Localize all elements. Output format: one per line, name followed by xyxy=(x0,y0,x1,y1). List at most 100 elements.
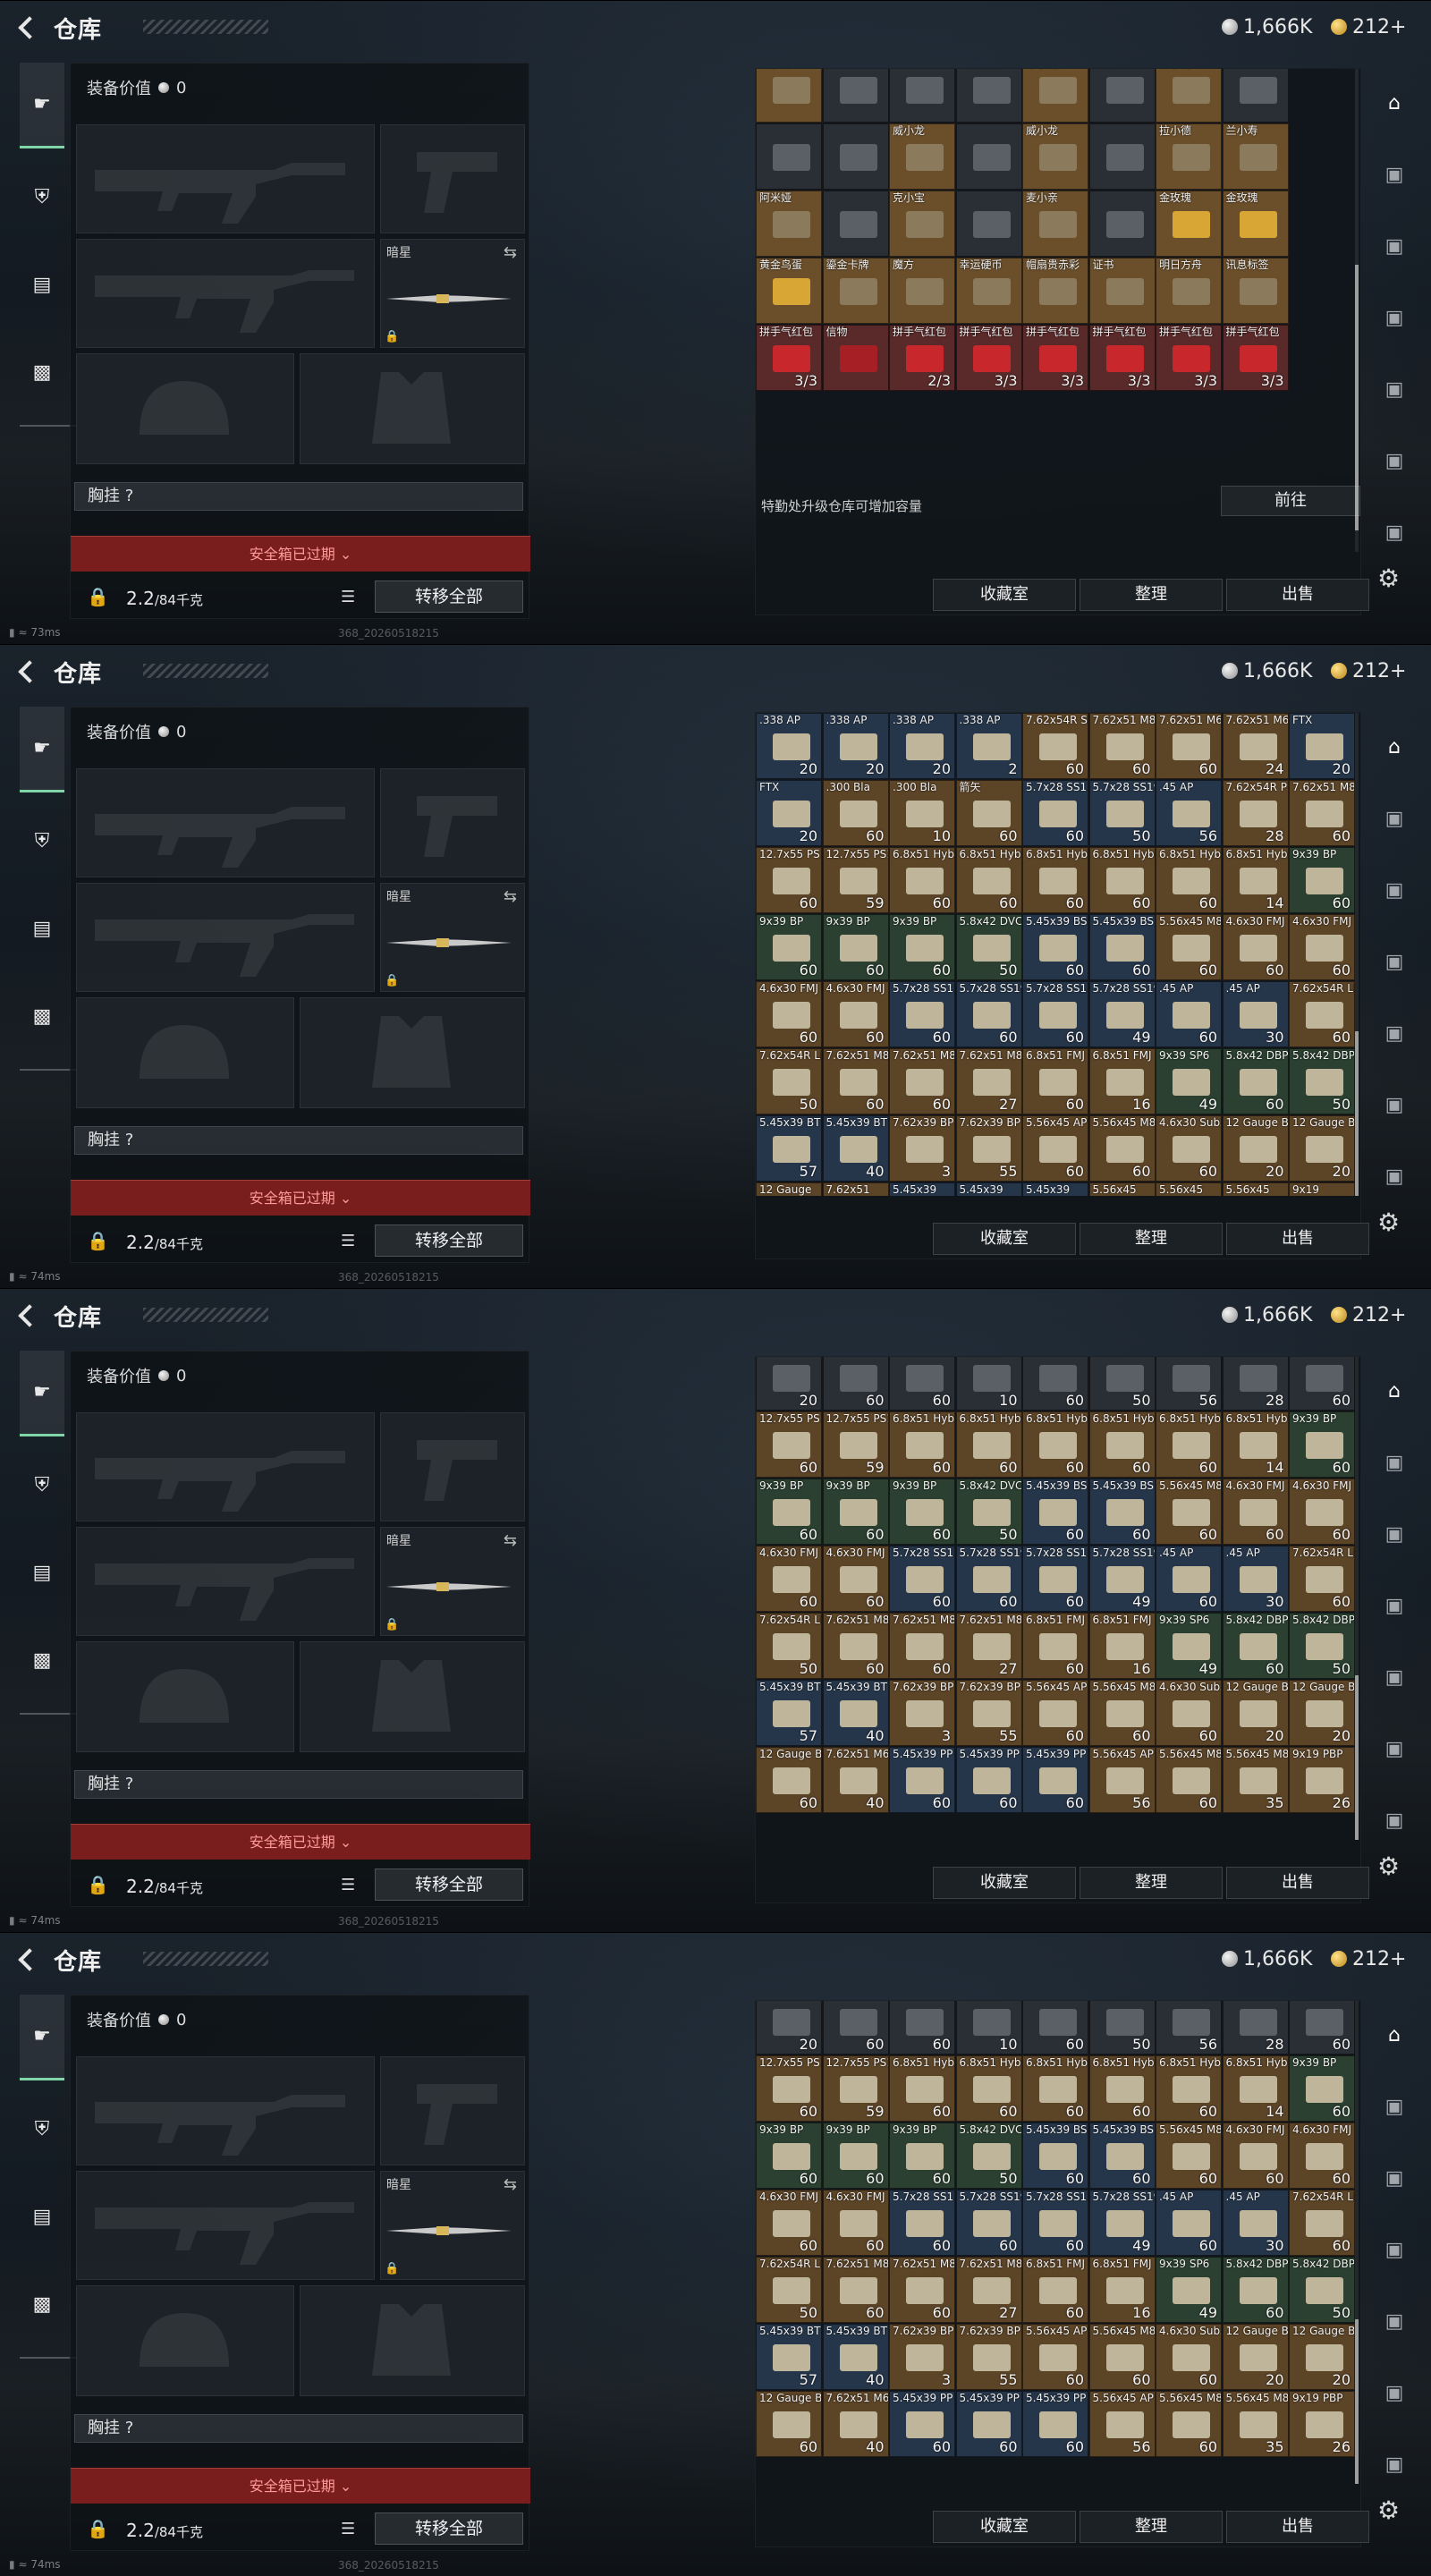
grid-cell[interactable]: 5.8x42 DBP10 50 xyxy=(1289,2257,1355,2323)
grid-cell[interactable]: 5.56x45 M855 60 xyxy=(1156,2123,1222,2189)
grid-cell[interactable]: 5.56x45 AP 60 xyxy=(1022,1115,1088,1182)
grid-cell[interactable] xyxy=(1088,69,1156,123)
grid-cell[interactable]: 兰小寿 xyxy=(1222,123,1289,190)
grid-cell[interactable]: 7.62x39 BP 3 xyxy=(889,1115,955,1182)
grid-cell[interactable]: 5.7x28 SS190 60 xyxy=(889,2190,955,2256)
grid-cell[interactable]: 5.56x45 AP 60 xyxy=(1022,1680,1088,1746)
sidearm-slot[interactable] xyxy=(380,1412,525,1521)
chest-rig-slot[interactable]: 胸挂 ? xyxy=(74,482,523,511)
grid-cell[interactable]: 10 xyxy=(955,1357,1022,1411)
grid-cell[interactable]: 4.6x30 FMJ SX 60 xyxy=(1289,1479,1355,1545)
grid-cell[interactable]: 5.56x45 M855 60 xyxy=(1156,914,1222,980)
grid-cell[interactable]: 50 xyxy=(1088,1357,1156,1411)
grid-cell[interactable]: .45 AP 60 xyxy=(1156,1546,1222,1612)
grid-cell[interactable]: 9x39 BP 60 xyxy=(889,2123,955,2189)
grid-cell[interactable]: 证书 xyxy=(1088,258,1156,324)
grid-cell[interactable]: 9x39 BP 60 xyxy=(822,914,889,980)
grid-cell[interactable]: FTX 20 xyxy=(756,780,822,846)
melee-slot[interactable]: 暗星 ⇆ 🔒 xyxy=(380,239,525,348)
scroll-thumb[interactable] xyxy=(1355,2319,1359,2484)
grid-cell[interactable]: 5.45x39 BT 57 xyxy=(756,2324,822,2390)
grid-cell[interactable]: 5.7x28 SS190 49 xyxy=(1088,1546,1156,1612)
grid-cell[interactable] xyxy=(822,191,889,257)
grid-cell[interactable]: 12 Gauge Bk 20 xyxy=(1222,2324,1289,2390)
grid-cell[interactable]: 拼手气红包 3/3 xyxy=(1222,325,1289,391)
grid-cell[interactable]: 5.45x39 PP 60 xyxy=(1022,2391,1088,2457)
grid-cell[interactable]: .45 AP 60 xyxy=(1156,981,1222,1047)
grid-cell[interactable]: 5.45x39 BS 60 xyxy=(1088,914,1156,980)
grid-cell[interactable]: 12.7x55 PS12B 59 xyxy=(822,2055,889,2122)
scroll-thumb[interactable] xyxy=(1355,264,1359,530)
grid-cell[interactable]: 12.7x55 PS12B 59 xyxy=(822,1411,889,1478)
grid-cell[interactable]: 6.8x51 FMJ 16 xyxy=(1088,1613,1156,1679)
page-3-tab-icon[interactable]: ▣ xyxy=(1374,297,1415,338)
grid-cell[interactable]: 9x39 BP 60 xyxy=(1289,2055,1355,2122)
page-1-tab-icon[interactable]: ▣ xyxy=(1374,154,1415,195)
grid-cell[interactable]: 7.62x54R LPS 50 xyxy=(756,1048,822,1114)
page-1-tab-icon[interactable]: ▣ xyxy=(1374,1442,1415,1483)
page-4-tab-icon[interactable]: ▣ xyxy=(1374,1657,1415,1698)
grid-cell[interactable]: 60 xyxy=(1022,2001,1088,2055)
grid-cell[interactable]: 6.8x51 Hybrid 60 xyxy=(1088,1411,1156,1478)
grid-cell[interactable]: 5.45x39 BT 40 xyxy=(822,2324,889,2390)
grid-cell[interactable]: 7.62x51 M80 60 xyxy=(889,1613,955,1679)
grid-cell[interactable]: 12 Gauge Bk 20 xyxy=(1289,2324,1355,2390)
sort-button[interactable]: 整理 xyxy=(1080,2511,1223,2543)
grid-cell[interactable]: 7.62x54R SNB 60 xyxy=(1022,713,1088,779)
grid-cell[interactable]: 5.8x42 DBP10 60 xyxy=(1222,1613,1289,1679)
grid-cell[interactable]: 鎏金卡牌 xyxy=(822,258,889,324)
grid-cell[interactable]: 12 Gauge Bk 20 xyxy=(1222,1680,1289,1746)
grid-cell[interactable]: 60 xyxy=(822,2001,889,2055)
grid-cell[interactable]: 5.45x39 PP 60 xyxy=(889,2391,955,2457)
grid-cell[interactable]: .300 Bla 10 xyxy=(889,780,955,846)
tab-chest-rig[interactable]: ▤ xyxy=(20,1530,64,1615)
grid-scrollbar[interactable] xyxy=(1355,713,1359,1196)
body-armor-slot[interactable] xyxy=(300,2285,525,2396)
helmet-slot[interactable] xyxy=(76,2285,294,2396)
grid-cell[interactable]: 6.8x51 FMJ 16 xyxy=(1088,1048,1156,1114)
page-2-tab-icon[interactable]: ▣ xyxy=(1374,869,1415,911)
grid-cell[interactable]: 6.8x51 Hybrid 14 xyxy=(1222,847,1289,913)
grid-cell[interactable]: 6.8x51 Hybrid 60 xyxy=(1022,1411,1088,1478)
secondary-weapon-slot[interactable] xyxy=(76,239,375,348)
grid-cell[interactable]: 6.8x51 Hybrid 60 xyxy=(889,2055,955,2122)
page-6-tab-icon[interactable]: ▣ xyxy=(1374,1800,1415,1841)
grid-cell[interactable]: 5.8x42 DBP10 60 xyxy=(1222,1048,1289,1114)
grid-cell[interactable]: 5.56x45 AP 56 xyxy=(1088,1747,1156,1813)
sort-button[interactable]: 整理 xyxy=(1080,1223,1223,1255)
grid-cell[interactable]: 黄金鸟蛋 xyxy=(756,258,822,324)
grid-cell[interactable]: 9x39 BP 60 xyxy=(756,914,822,980)
grid-cell[interactable]: 5.45x39 PP 60 xyxy=(1022,1747,1088,1813)
swap-icon[interactable]: ⇆ xyxy=(504,2175,517,2194)
sidearm-slot[interactable] xyxy=(380,768,525,877)
grid-cell[interactable]: 4.6x30 FMJ SX 60 xyxy=(1222,914,1289,980)
gold-currency[interactable]: 212+ xyxy=(1331,658,1406,683)
grid-cell[interactable]: 5.45x39 PP 60 xyxy=(955,1747,1022,1813)
grid-cell[interactable]: 7.62x54R LPS 60 xyxy=(1289,1546,1355,1612)
grid-cell[interactable]: 7.62x54R PS 28 xyxy=(1222,780,1289,846)
grid-cell[interactable]: 麦小亲 xyxy=(1022,191,1088,257)
grid-cell[interactable]: 帽扇贵赤彩 xyxy=(1022,258,1088,324)
grid-cell[interactable]: 56 xyxy=(1156,1357,1222,1411)
grid-cell[interactable]: 4.6x30 Subsonic 60 xyxy=(1156,1680,1222,1746)
grid-cell[interactable]: 7.62x51 M80 27 xyxy=(955,1613,1022,1679)
collection-room-button[interactable]: 收藏室 xyxy=(933,1867,1076,1899)
page-4-tab-icon[interactable]: ▣ xyxy=(1374,2301,1415,2342)
grid-cell[interactable]: 5.56x45 M856 60 xyxy=(1156,1747,1222,1813)
grid-cell[interactable]: 7.62x51 M80 60 xyxy=(889,1048,955,1114)
tab-weapons[interactable]: ☛ xyxy=(20,63,64,148)
grid-cell[interactable]: 5.7x28 SS190 60 xyxy=(1022,2190,1088,2256)
grid-cell[interactable]: 4.6x30 FMJ SX 60 xyxy=(756,1546,822,1612)
grid-cell[interactable]: 魔方 xyxy=(889,258,955,324)
grid-cell[interactable]: 6.8x51 Hybrid 60 xyxy=(955,847,1022,913)
grid-cell[interactable]: 5.8x42 DBP10 50 xyxy=(1289,1048,1355,1114)
list-icon[interactable]: ☰ xyxy=(341,1876,360,1894)
body-armor-slot[interactable] xyxy=(300,1641,525,1752)
gold-currency[interactable]: 212+ xyxy=(1331,1302,1406,1327)
grid-cell[interactable]: 5.45x39 BS 60 xyxy=(1022,2123,1088,2189)
grid-cell[interactable] xyxy=(822,69,889,123)
sell-button[interactable]: 出售 xyxy=(1226,2511,1369,2543)
grid-cell[interactable]: 6.8x51 Hybrid 14 xyxy=(1222,1411,1289,1478)
sort-button[interactable]: 整理 xyxy=(1080,1867,1223,1899)
grid-cell[interactable]: 5.7x28 SS190 60 xyxy=(1022,981,1088,1047)
